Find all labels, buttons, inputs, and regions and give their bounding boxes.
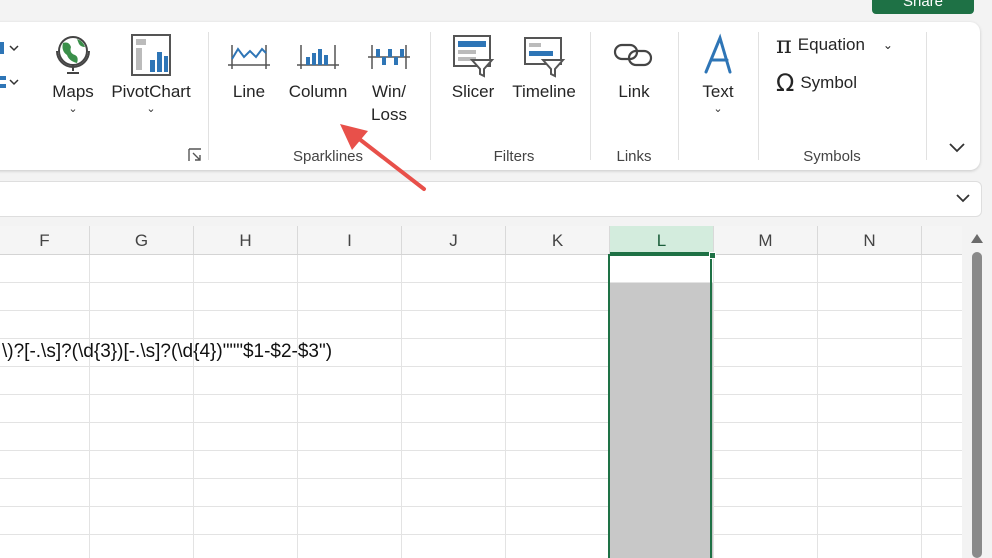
sparkline-column-label: Column xyxy=(288,82,348,101)
grid-line xyxy=(297,255,298,558)
grid-line xyxy=(193,255,194,558)
pivotchart-label: PivotChart xyxy=(111,82,191,101)
chevron-down-icon: ⌄ xyxy=(68,103,78,115)
grid-line xyxy=(0,338,962,339)
links-group-label: Links xyxy=(616,148,652,165)
pivotchart-button[interactable]: PivotChart ⌄ xyxy=(108,30,194,115)
maps-button[interactable]: Maps ⌄ xyxy=(48,30,98,115)
grid-line xyxy=(0,310,962,311)
formula-bar[interactable] xyxy=(0,181,982,217)
sparkline-winloss-icon xyxy=(366,30,412,80)
column-header-n[interactable]: N xyxy=(818,226,922,254)
column-header-i[interactable]: I xyxy=(298,226,402,254)
pi-icon: π xyxy=(776,31,792,59)
grid-line xyxy=(89,255,90,558)
excel-window: Share Maps ⌄ PivotChart ⌄ Line Column Wi… xyxy=(0,0,992,558)
omega-icon: Ω xyxy=(776,69,795,97)
globe-map-icon xyxy=(50,30,96,80)
expand-formula-bar-chevron-icon[interactable] xyxy=(953,188,973,208)
column-header-g[interactable]: G xyxy=(90,226,194,254)
filters-group-label: Filters xyxy=(493,148,535,165)
timeline-label: Timeline xyxy=(512,82,576,101)
column-header-k[interactable]: K xyxy=(506,226,610,254)
cell-formula-text[interactable]: \)?[-.\s]?(\d{3})[-.\s]?(\d{4})"""$1-$2-… xyxy=(2,341,332,363)
sparkline-winloss-label-2: Loss xyxy=(371,105,407,124)
grid-line xyxy=(0,534,962,535)
spreadsheet-grid[interactable]: F G H I J K L M N \)?[-.\s]?(\d{3})[-.\s… xyxy=(0,226,962,558)
group-separator xyxy=(430,32,431,160)
grid-line xyxy=(0,394,962,395)
grid-line xyxy=(0,478,962,479)
column-header-m[interactable]: M xyxy=(714,226,818,254)
grid-line xyxy=(817,255,818,558)
vertical-scrollbar[interactable] xyxy=(962,226,992,558)
grid-line xyxy=(713,255,714,558)
column-header-f[interactable]: F xyxy=(0,226,90,254)
scroll-up-arrow-icon[interactable] xyxy=(971,234,983,243)
group-separator xyxy=(590,32,591,160)
share-button[interactable]: Share xyxy=(872,0,974,14)
column-headers: F G H I J K L M N xyxy=(0,226,962,255)
text-a-icon xyxy=(695,30,741,80)
symbols-group-label: Symbols xyxy=(803,148,861,165)
link-chain-icon xyxy=(611,30,657,80)
pivotchart-icon xyxy=(128,30,174,80)
grid-line xyxy=(921,255,922,558)
equation-button[interactable]: π Equation ⌄ xyxy=(776,31,893,59)
symbol-button[interactable]: Ω Symbol xyxy=(776,69,858,97)
grid-line xyxy=(0,506,962,507)
link-button[interactable]: Link xyxy=(608,30,660,103)
scrollbar-thumb[interactable] xyxy=(972,252,982,558)
ribbon-collapse-chevron-icon[interactable] xyxy=(948,140,966,156)
column-header-j[interactable]: J xyxy=(402,226,506,254)
grid-line xyxy=(401,255,402,558)
grid-line xyxy=(0,422,962,423)
text-button[interactable]: Text ⌄ xyxy=(693,30,743,115)
sparkline-column-button[interactable]: Column xyxy=(285,30,351,103)
group-separator xyxy=(758,32,759,160)
slicer-label: Slicer xyxy=(451,82,495,101)
group-separator xyxy=(926,32,927,160)
grid-line xyxy=(0,282,962,283)
fill-handle[interactable] xyxy=(709,252,716,259)
selection-border xyxy=(608,254,712,558)
sparkline-winloss-label-1: Win/ xyxy=(372,82,406,101)
partial-chart-icon-1[interactable] xyxy=(0,38,20,58)
slicer-icon xyxy=(450,30,496,80)
share-label: Share xyxy=(902,0,944,10)
ribbon: Maps ⌄ PivotChart ⌄ Line Column Win/ Los… xyxy=(0,22,980,170)
column-header-l[interactable]: L xyxy=(610,226,714,254)
text-label: Text xyxy=(702,82,734,101)
timeline-icon xyxy=(521,30,567,80)
sparkline-line-icon xyxy=(226,30,272,80)
timeline-button[interactable]: Timeline xyxy=(508,30,580,103)
partial-chart-icon-2[interactable] xyxy=(0,74,20,94)
cell-area[interactable]: \)?[-.\s]?(\d{3})[-.\s]?(\d{4})"""$1-$2-… xyxy=(0,252,962,558)
chevron-down-icon: ⌄ xyxy=(146,103,156,115)
group-separator xyxy=(208,32,209,160)
slicer-button[interactable]: Slicer xyxy=(448,30,498,103)
grid-line xyxy=(0,450,962,451)
chevron-down-icon: ⌄ xyxy=(713,103,723,115)
chevron-down-icon: ⌄ xyxy=(882,38,893,52)
sparklines-group-label: Sparklines xyxy=(292,148,364,165)
sparkline-winloss-button[interactable]: Win/ Loss xyxy=(361,30,417,126)
link-label: Link xyxy=(618,82,650,101)
equation-label: Equation xyxy=(797,35,865,54)
maps-label: Maps xyxy=(52,82,94,101)
column-header-h[interactable]: H xyxy=(194,226,298,254)
group-separator xyxy=(678,32,679,160)
sparkline-line-label: Line xyxy=(232,82,266,101)
grid-line xyxy=(505,255,506,558)
symbol-label: Symbol xyxy=(800,73,858,92)
grid-line xyxy=(0,366,962,367)
sparkline-column-icon xyxy=(295,30,341,80)
sparkline-line-button[interactable]: Line xyxy=(224,30,274,103)
dialog-launcher-icon[interactable] xyxy=(188,148,202,162)
